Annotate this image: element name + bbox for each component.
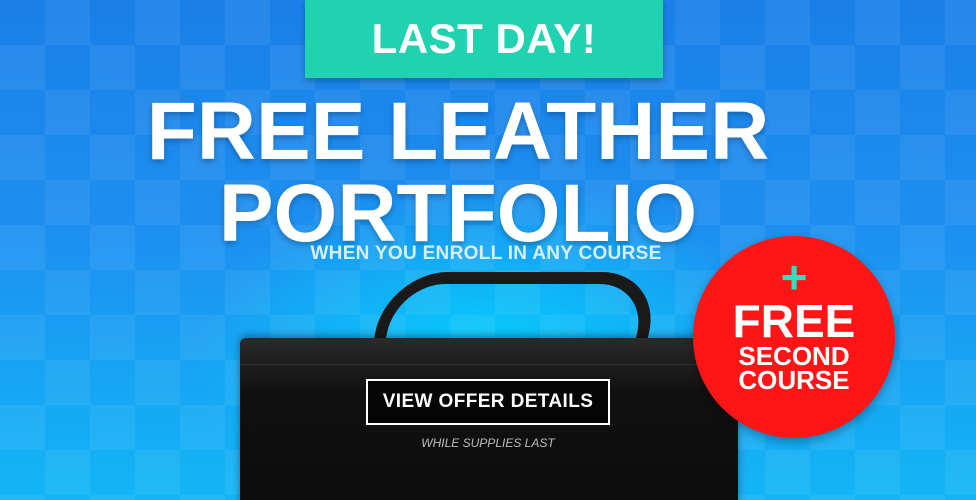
promo-banner[interactable]: LAST DAY! FREE LEATHER PORTFOLIO WHEN YO… (0, 0, 976, 500)
free-second-course-badge: + FREE SECOND COURSE (693, 236, 895, 438)
badge-course-text: COURSE (738, 365, 850, 395)
portfolio-flap (240, 338, 738, 365)
badge-free-text: FREE (732, 295, 856, 347)
headline-line-1: FREE LEATHER (146, 86, 770, 177)
last-day-ribbon: LAST DAY! (305, 0, 663, 78)
plus-icon: + (780, 251, 808, 303)
view-offer-details-button[interactable]: VIEW OFFER DETAILS (366, 379, 610, 425)
while-supplies-last-text: WHILE SUPPLIES LAST (421, 436, 555, 450)
